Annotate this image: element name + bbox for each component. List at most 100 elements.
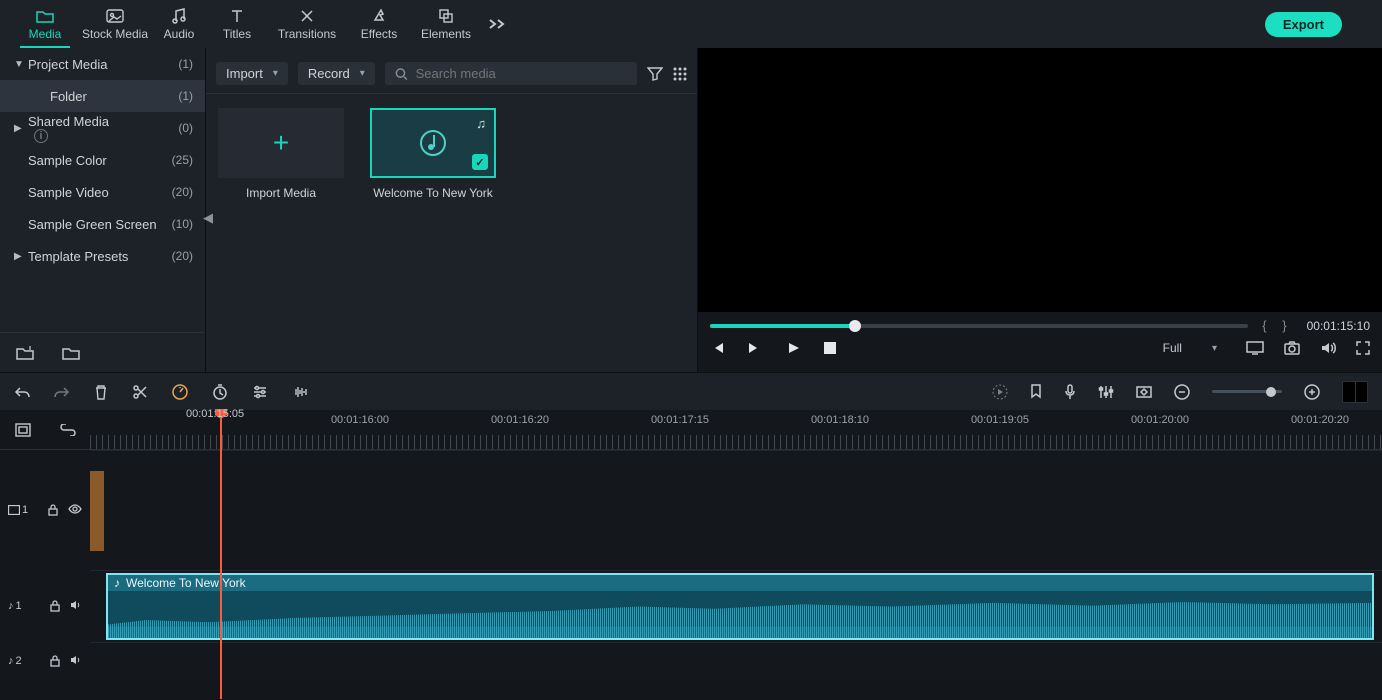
stop-button[interactable] <box>824 342 836 354</box>
step-forward-button[interactable] <box>748 341 762 355</box>
lock-icon[interactable] <box>50 655 60 667</box>
media-browser-panel: Import ▾ Record ▾ + Import Media <box>206 48 698 372</box>
track-number: 2 <box>16 655 22 667</box>
sidebar-item-count: (1) <box>178 57 193 71</box>
visibility-icon[interactable] <box>68 504 82 516</box>
fullscreen-icon[interactable] <box>1356 341 1370 355</box>
tab-label: Transitions <box>278 27 336 41</box>
step-back-button[interactable] <box>710 341 724 355</box>
lock-icon[interactable] <box>48 504 58 516</box>
undo-button[interactable] <box>14 385 30 399</box>
search-media-input[interactable] <box>416 66 627 81</box>
sidebar-item-sample-video[interactable]: Sample Video(20) <box>0 176 205 208</box>
grid-view-icon[interactable] <box>673 67 687 81</box>
preview-progress-slider[interactable] <box>710 324 1248 328</box>
video-track-icon <box>8 505 20 515</box>
playhead[interactable]: 00:01:15:05 <box>220 410 222 699</box>
mute-icon[interactable] <box>70 655 82 667</box>
zoom-out-icon[interactable] <box>1174 384 1190 400</box>
tab-audio[interactable]: Audio <box>150 0 208 48</box>
sidebar-item-label: Sample Video <box>28 185 172 200</box>
sidebar-item-sample-color[interactable]: Sample Color(25) <box>0 144 205 176</box>
import-dropdown[interactable]: Import ▾ <box>216 62 288 85</box>
zoom-slider[interactable] <box>1212 390 1282 393</box>
ruler-label: 00:01:20:00 <box>1131 414 1189 426</box>
tab-elements[interactable]: Elements <box>410 0 482 48</box>
folder-icon <box>36 7 54 25</box>
sidebar-item-shared-media[interactable]: ▶Shared Mediai(0) <box>0 112 205 144</box>
import-media-card[interactable]: + Import Media <box>216 108 346 200</box>
duration-button[interactable] <box>212 384 228 400</box>
sidebar-item-count: (10) <box>172 217 193 231</box>
sidebar-item-sample-green-screen[interactable]: Sample Green Screen(10) <box>0 208 205 240</box>
effects-icon <box>371 7 387 25</box>
expand-arrow-icon: ▶ <box>14 251 28 262</box>
collapse-sidebar-handle[interactable]: ◀ <box>203 198 213 238</box>
dropdown-label: Import <box>226 66 263 81</box>
filter-icon[interactable] <box>647 67 663 81</box>
folder-icon[interactable] <box>62 346 80 360</box>
sidebar-item-label: Project Media <box>28 57 178 72</box>
ruler-label: 00:01:20:20 <box>1291 414 1349 426</box>
ruler-label: 00:01:19:05 <box>971 414 1029 426</box>
media-clip-card[interactable]: ♫ ✓ Welcome To New York <box>368 108 498 200</box>
sidebar-item-label: Template Presets <box>28 249 172 264</box>
audio-waveform-button[interactable] <box>292 385 310 399</box>
mute-icon[interactable] <box>70 600 82 612</box>
voiceover-icon[interactable] <box>1064 384 1076 400</box>
zoom-in-icon[interactable] <box>1304 384 1320 400</box>
audio-clip[interactable]: ♪ Welcome To New York <box>106 573 1374 640</box>
display-settings-icon[interactable] <box>1246 341 1264 355</box>
sidebar-item-count: (20) <box>172 249 193 263</box>
sidebar-item-count: (20) <box>172 185 193 199</box>
video-clip-stub[interactable] <box>90 471 104 551</box>
track-number: 1 <box>16 600 22 612</box>
render-preview-icon[interactable] <box>992 384 1008 400</box>
tab-transitions[interactable]: Transitions <box>266 0 348 48</box>
sidebar-item-label: Sample Green Screen <box>28 217 172 232</box>
timeline-view-toggle[interactable] <box>1342 381 1368 403</box>
tab-stock-media[interactable]: Stock Media <box>80 0 150 48</box>
export-button[interactable]: Export <box>1265 12 1342 37</box>
audio-track-2: ♪ 2 <box>0 642 1382 680</box>
sidebar-item-count: (0) <box>178 121 193 135</box>
snapshot-icon[interactable] <box>1284 341 1300 355</box>
adjust-button[interactable] <box>252 385 268 399</box>
audio-waveform <box>108 593 1372 638</box>
marker-icon[interactable] <box>1030 384 1042 400</box>
check-icon: ✓ <box>472 154 488 170</box>
link-icon[interactable] <box>60 424 76 436</box>
dropdown-label: Full <box>1163 341 1182 355</box>
fit-tracks-icon[interactable] <box>15 423 31 437</box>
mark-in-out-button[interactable]: { } <box>1262 318 1292 333</box>
tab-label: Titles <box>223 27 251 41</box>
play-button[interactable] <box>786 341 800 355</box>
keyframe-icon[interactable] <box>1136 385 1152 399</box>
ruler-label: 00:01:17:15 <box>651 414 709 426</box>
sidebar-item-project-media[interactable]: ▼Project Media(1) <box>0 48 205 80</box>
tab-effects[interactable]: Effects <box>348 0 410 48</box>
card-caption: Import Media <box>246 186 316 200</box>
search-media-field[interactable] <box>385 62 637 85</box>
audio-clip-icon <box>415 125 451 161</box>
redo-button[interactable] <box>54 385 70 399</box>
lock-icon[interactable] <box>50 600 60 612</box>
audio-clip-title: Welcome To New York <box>126 576 246 590</box>
dropdown-label: Record <box>308 66 350 81</box>
music-note-icon: ♪ <box>8 600 14 612</box>
preview-quality-dropdown[interactable]: Full ▾ <box>1154 337 1226 359</box>
tab-titles[interactable]: Titles <box>208 0 266 48</box>
speed-button[interactable] <box>172 384 188 400</box>
record-dropdown[interactable]: Record ▾ <box>298 62 375 85</box>
sidebar-item-template-presets[interactable]: ▶Template Presets(20) <box>0 240 205 272</box>
audio-icon <box>171 7 187 25</box>
new-folder-icon[interactable] <box>16 346 34 360</box>
split-button[interactable] <box>132 384 148 400</box>
volume-icon[interactable] <box>1320 341 1336 355</box>
sidebar-item-folder[interactable]: Folder(1) <box>0 80 205 112</box>
tab-media[interactable]: Media <box>10 0 80 48</box>
delete-button[interactable] <box>94 384 108 400</box>
more-tabs-icon[interactable] <box>488 18 506 30</box>
audio-mixer-icon[interactable] <box>1098 385 1114 399</box>
stock-media-icon <box>106 7 124 25</box>
